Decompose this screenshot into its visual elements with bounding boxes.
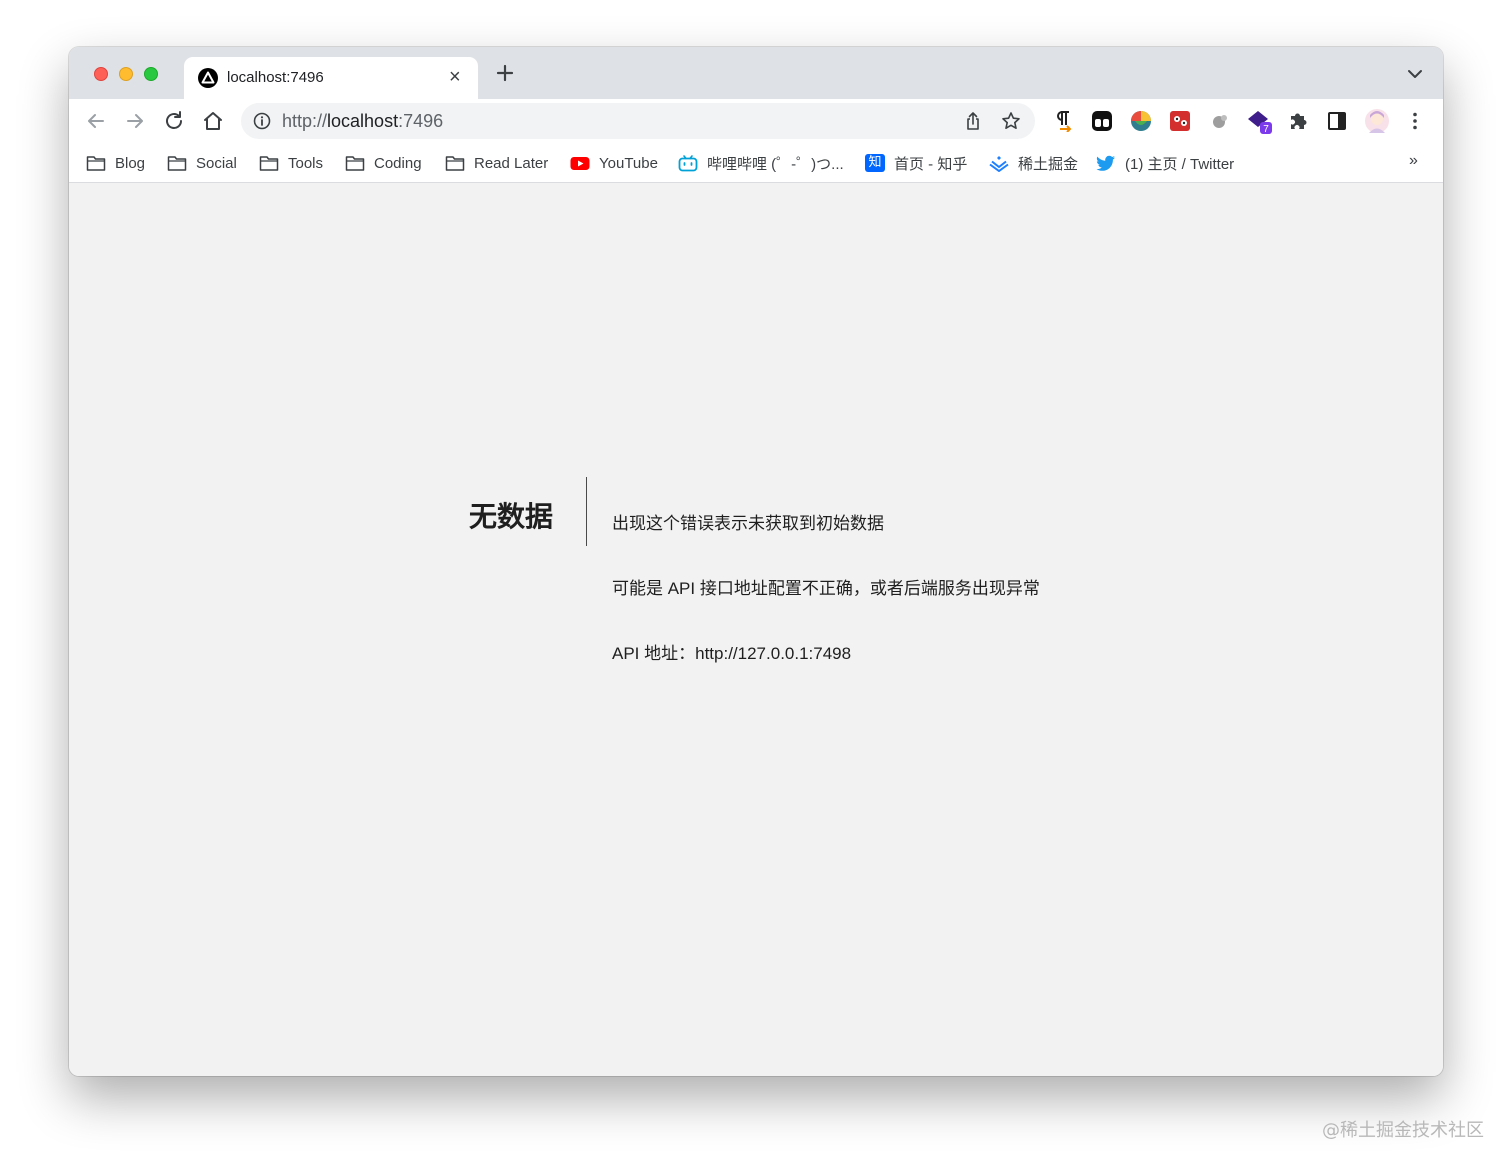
- bilibili-icon: [678, 155, 698, 172]
- side-panel-icon[interactable]: [1326, 110, 1348, 132]
- back-arrow-icon[interactable]: [84, 109, 108, 133]
- bookmark-label: YouTube: [599, 154, 658, 172]
- bookmark-twitter[interactable]: (1) 主页 / Twitter: [1096, 143, 1234, 183]
- error-message: 出现这个错误表示未获取到初始数据: [612, 514, 884, 533]
- bookmarks-bar: Blog Social Tools Coding Read Later YouT…: [69, 143, 1443, 183]
- extension-badge-count: 7: [1263, 124, 1269, 135]
- url-host: localhost: [327, 111, 399, 131]
- puzzle-extensions-icon[interactable]: [1287, 110, 1309, 132]
- minimize-window-button[interactable]: [119, 67, 133, 81]
- bookmarks-overflow-button[interactable]: »: [1409, 152, 1418, 170]
- bookmark-star-icon[interactable]: [1001, 111, 1021, 131]
- zoom-window-button[interactable]: [144, 67, 158, 81]
- bookmark-label: 稀土掘金: [1018, 155, 1079, 173]
- error-hint: 可能是 API 接口地址配置不正确，或者后端服务出现异常: [612, 579, 1040, 598]
- bookmark-tools[interactable]: Tools: [259, 143, 323, 183]
- tab-close-icon[interactable]: ×: [449, 67, 461, 87]
- zhihu-icon: 知: [865, 154, 885, 172]
- site-info-icon[interactable]: [253, 112, 271, 130]
- tweetdeck-extension-icon[interactable]: [1091, 110, 1113, 132]
- triangle-logo-icon: [198, 68, 218, 88]
- bookmark-label: Read Later: [474, 154, 549, 172]
- bookmark-juejin[interactable]: 稀土掘金: [989, 143, 1078, 183]
- new-tab-icon[interactable]: [493, 61, 517, 85]
- bookmark-label: 首页 - 知乎: [894, 155, 968, 173]
- bookmark-bilibili[interactable]: 哔哩哔哩 (゜-゜)つ...: [678, 143, 844, 183]
- paragraph-extension-icon[interactable]: [1052, 110, 1074, 132]
- url-scheme: http://: [282, 111, 328, 131]
- forward-arrow-icon[interactable]: [123, 109, 147, 133]
- badge-extension-icon[interactable]: 7: [1247, 109, 1273, 135]
- url-text[interactable]: http://localhost:7496: [282, 111, 443, 132]
- home-icon[interactable]: [201, 109, 225, 133]
- bookmark-coding[interactable]: Coding: [345, 143, 422, 183]
- colorful-extension-icon[interactable]: [1130, 110, 1152, 132]
- api-address: API 地址：http://127.0.0.1:7498: [612, 644, 852, 663]
- bookmark-label: Social: [196, 154, 237, 172]
- folder-icon: [345, 156, 365, 171]
- bookmark-label: Blog: [115, 154, 146, 172]
- error-title: 无数据: [469, 501, 554, 532]
- reload-icon[interactable]: [162, 109, 186, 133]
- twitter-icon: [1096, 155, 1115, 171]
- tab-strip: localhost:7496 ×: [69, 47, 1443, 99]
- bookmark-label: 哔哩哔哩 (゜-゜)つ...: [707, 155, 844, 173]
- juejin-icon: [989, 156, 1009, 172]
- bookmark-read-later[interactable]: Read Later: [445, 143, 548, 183]
- red-extension-icon[interactable]: [1169, 110, 1191, 132]
- folder-icon: [445, 156, 465, 171]
- bookmark-label: Tools: [288, 154, 324, 172]
- bookmark-zhihu[interactable]: 知 首页 - 知乎: [865, 143, 967, 183]
- address-bar[interactable]: http://localhost:7496: [241, 103, 1035, 139]
- tab-title: localhost:7496: [227, 69, 324, 86]
- share-icon[interactable]: [963, 111, 983, 131]
- bookmark-label: Coding: [374, 154, 422, 172]
- bookmark-label: (1) 主页 / Twitter: [1125, 155, 1235, 173]
- youtube-icon: [570, 157, 590, 170]
- gray-extension-icon[interactable]: [1208, 110, 1230, 132]
- profile-avatar[interactable]: [1365, 109, 1389, 133]
- folder-icon: [167, 156, 187, 171]
- tab-search-chevron-icon[interactable]: [1406, 67, 1424, 81]
- browser-window: localhost:7496 × http://localhost:7496 7…: [69, 47, 1443, 1076]
- url-port: :7496: [398, 111, 444, 131]
- bookmark-youtube[interactable]: YouTube: [570, 143, 658, 183]
- folder-icon: [259, 156, 279, 171]
- toolbar: http://localhost:7496 7: [69, 99, 1443, 143]
- bookmark-social[interactable]: Social: [167, 143, 237, 183]
- error-divider: [586, 477, 587, 546]
- bookmark-blog[interactable]: Blog: [86, 143, 145, 183]
- page-content: 无数据 出现这个错误表示未获取到初始数据 可能是 API 接口地址配置不正确，或…: [69, 183, 1443, 1076]
- close-window-button[interactable]: [94, 67, 108, 81]
- menu-icon[interactable]: [1404, 110, 1426, 132]
- tab-active[interactable]: localhost:7496 ×: [184, 57, 478, 99]
- watermark: @稀土掘金技术社区: [1322, 1120, 1484, 1141]
- folder-icon: [86, 156, 106, 171]
